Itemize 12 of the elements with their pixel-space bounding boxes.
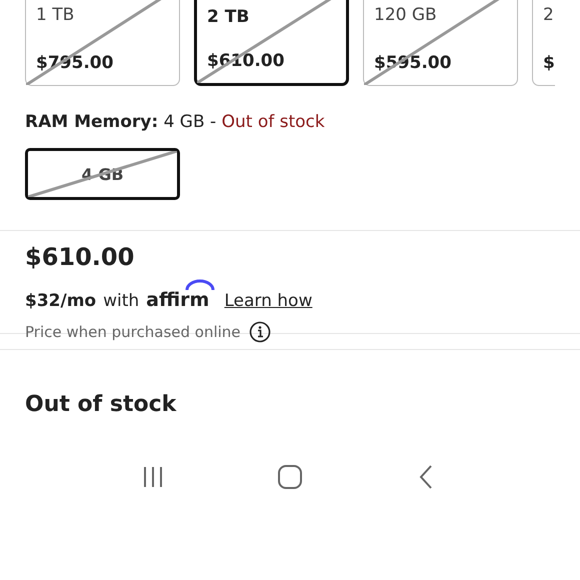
learn-how-link[interactable]: Learn how <box>224 291 312 311</box>
with-text: with <box>103 291 140 311</box>
affirm-logo: affirm <box>146 279 216 311</box>
storage-option[interactable]: 1 TB $795.00 <box>25 0 180 86</box>
price: $610.00 <box>25 243 136 271</box>
info-icon[interactable] <box>248 321 271 343</box>
ram-memory-label: RAM Memory: 4 GB - Out of stock <box>25 112 326 132</box>
home-icon[interactable] <box>276 464 303 490</box>
monthly-price: $32/mo <box>25 291 96 311</box>
storage-option[interactable]: 2 $ <box>532 0 555 86</box>
price-note: Price when purchased online <box>25 323 241 341</box>
availability-heading: Out of stock <box>24 391 178 419</box>
